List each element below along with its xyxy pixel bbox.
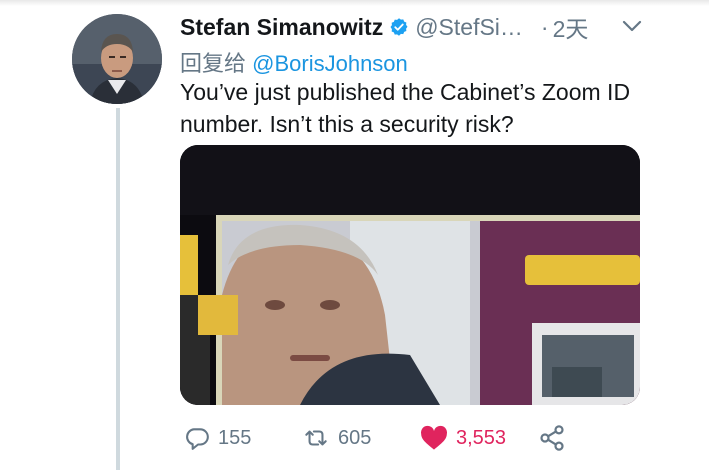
retweet-icon [305,430,327,446]
heart-icon [421,425,447,450]
avatar[interactable] [72,14,162,104]
tweet-media[interactable] [180,145,640,405]
reply-count: 155 [218,426,252,449]
reply-prefix: 回复给 [180,51,247,76]
share-button[interactable] [538,418,566,458]
top-divider [0,0,709,6]
timestamp[interactable]: 2天 [553,10,589,44]
thread-line [116,108,120,470]
reply-button[interactable]: 155 [184,418,251,458]
share-icon [540,425,564,451]
separator-dot: · [540,13,549,40]
reply-mention-link[interactable]: @BorisJohnson [252,51,408,76]
retweet-count: 605 [338,426,372,449]
retweet-button[interactable]: 605 [302,418,371,458]
like-count: 3,553 [456,426,507,449]
handle[interactable]: @StefSi… [415,14,523,41]
tweet-text: You’ve just published the Cabinet’s Zoom… [180,79,631,137]
verified-badge-icon [390,18,408,36]
like-button[interactable]: 3,553 [420,418,506,458]
reply-icon [186,428,209,450]
tweet-header: Stefan Simanowitz @StefSi… · 2天 [180,10,640,44]
display-name[interactable]: Stefan Simanowitz [180,14,383,41]
reply-context: 回复给 @BorisJohnson [180,46,408,78]
chevron-down-icon[interactable] [621,18,643,34]
tweet-actions: 155 605 3,553 [180,418,640,458]
